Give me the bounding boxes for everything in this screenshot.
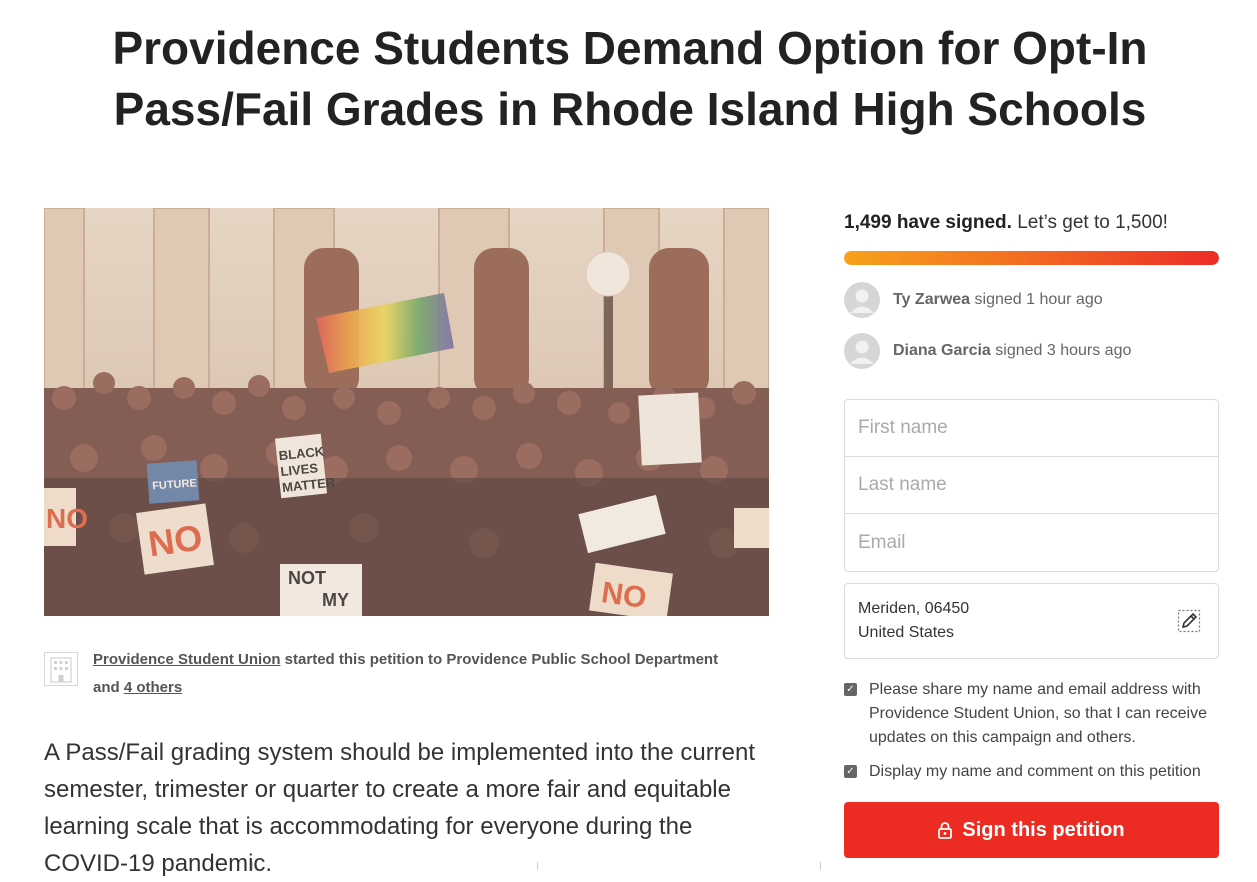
user-avatar-icon: [844, 333, 880, 369]
decision-makers-link[interactable]: 4 others: [124, 679, 182, 696]
display-name-label: Display my name and comment on this peti…: [869, 763, 1201, 780]
first-name-input[interactable]: [845, 400, 1218, 457]
organization-icon: [44, 652, 78, 686]
recent-signer: Diana Garcia signed 3 hours ago: [844, 333, 1219, 369]
recent-signer: Ty Zarwea signed 1 hour ago: [844, 282, 1219, 318]
avatar: [844, 333, 880, 369]
divider-tick: [537, 862, 538, 870]
starter-and-text: and: [93, 679, 124, 696]
starter-middle-text: started this petition to Providence Publ…: [280, 651, 719, 668]
edit-location-icon[interactable]: [1177, 609, 1201, 633]
signer-name: Ty Zarwea: [893, 291, 971, 308]
location-field[interactable]: Meriden, 06450 United States: [844, 583, 1219, 659]
title-line-2: Pass/Fail Grades in Rhode Island High Sc…: [113, 83, 1147, 135]
user-avatar-icon: [844, 282, 880, 318]
sign-panel: 1,499 have signed. Let’s get to 1,500! T…: [844, 208, 1219, 858]
divider-tick: [252, 862, 253, 870]
title-line-1: Providence Students Demand Option for Op…: [112, 22, 1148, 74]
signer-time: signed 1 hour ago: [970, 291, 1103, 308]
divider-tick: [820, 862, 821, 870]
email-input[interactable]: [845, 514, 1218, 571]
page-title: Providence Students Demand Option for Op…: [40, 18, 1220, 140]
signer-text: Ty Zarwea signed 1 hour ago: [893, 282, 1103, 318]
signature-progress-bar: [844, 251, 1219, 265]
sign-petition-button[interactable]: Sign this petition: [844, 802, 1219, 858]
display-name-checkbox[interactable]: ✓: [844, 765, 857, 778]
signature-count: 1,499 have signed.: [844, 212, 1012, 233]
signer-text: Diana Garcia signed 3 hours ago: [893, 333, 1131, 369]
share-info-label: Please share my name and email address w…: [869, 681, 1207, 746]
last-name-input[interactable]: [845, 457, 1218, 514]
petition-hero-image: BLACK LIVES MATTER NO NOT MY FUTURE NO N…: [44, 208, 769, 616]
lock-icon: [938, 822, 953, 839]
goal-text: Let’s get to 1,500!: [1011, 212, 1168, 233]
signer-name: Diana Garcia: [893, 342, 991, 359]
petition-summary: A Pass/Fail grading system should be imp…: [44, 739, 756, 877]
starter-text: Providence Student Union started this pe…: [93, 646, 763, 702]
progress-fill: [844, 251, 1219, 265]
signature-goal: 1,499 have signed. Let’s get to 1,500!: [844, 208, 1219, 238]
location-country: United States: [858, 624, 955, 641]
location-postal: Meriden, 06450: [858, 600, 970, 617]
share-info-checkbox[interactable]: ✓: [844, 683, 857, 696]
protest-photo: BLACK LIVES MATTER NO NOT MY FUTURE NO N…: [44, 208, 769, 616]
signer-time: signed 3 hours ago: [990, 342, 1132, 359]
avatar: [844, 282, 880, 318]
signer-fields: [844, 399, 1219, 572]
starter-org-link[interactable]: Providence Student Union: [93, 651, 281, 668]
sign-button-label: Sign this petition: [962, 818, 1125, 841]
